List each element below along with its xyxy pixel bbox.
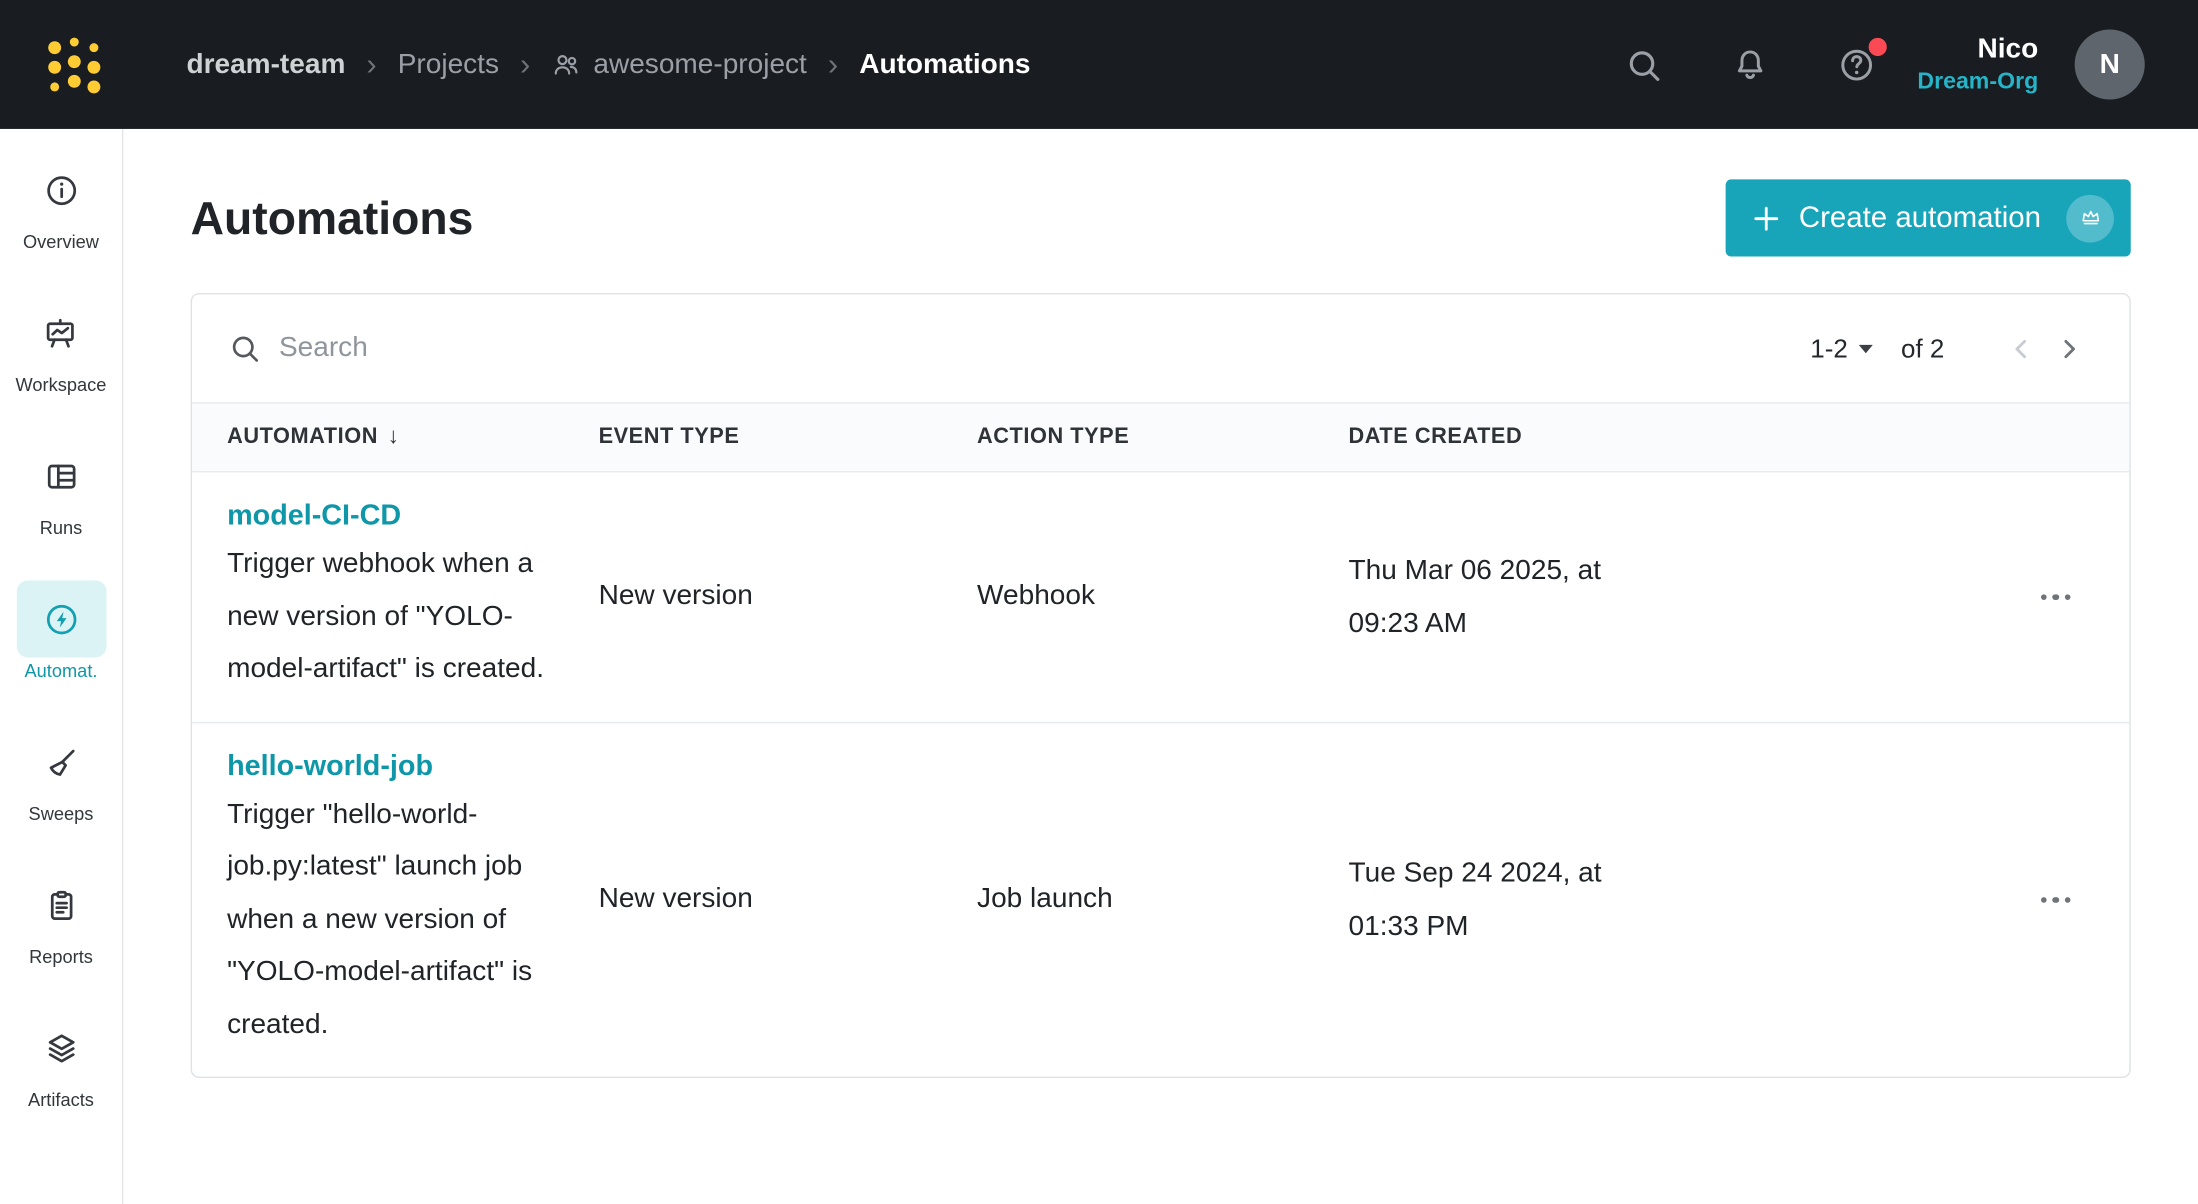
sidebar-item-overview[interactable]: Overview bbox=[16, 151, 106, 252]
create-automation-button[interactable]: Create automation bbox=[1726, 179, 2131, 256]
main-content: Automations Create automation bbox=[125, 129, 2198, 1204]
search-button[interactable] bbox=[1623, 43, 1665, 85]
breadcrumb-separator: › bbox=[366, 50, 376, 78]
page-range-label: 1-2 bbox=[1810, 333, 1847, 364]
team-icon bbox=[551, 49, 582, 80]
page-range-dropdown[interactable]: 1-2 bbox=[1810, 333, 1873, 364]
automation-cell: model-CI-CD Trigger webhook when a new v… bbox=[227, 472, 598, 721]
column-header-label: ACTION TYPE bbox=[977, 425, 1129, 450]
topbar-right-cluster: Nico Dream-Org N bbox=[1559, 29, 2145, 99]
top-navigation-bar: dream-team › Projects › awesome-project … bbox=[0, 0, 2198, 129]
action-type-cell: Webhook bbox=[977, 581, 1348, 613]
search-icon bbox=[1625, 46, 1663, 84]
automation-cell: hello-world-job Trigger "hello-world-job… bbox=[227, 723, 598, 1077]
table-header-row: AUTOMATION ↓ EVENT TYPE ACTION TYPE DATE… bbox=[192, 402, 2129, 472]
sidebar-item-label: Automat. bbox=[25, 660, 98, 681]
chevron-left-icon bbox=[2006, 333, 2037, 364]
column-header-action-type[interactable]: ACTION TYPE bbox=[977, 425, 1348, 450]
project-sidebar: Overview Workspace Runs Au bbox=[0, 129, 123, 1204]
automation-name-link[interactable]: model-CI-CD bbox=[227, 493, 401, 538]
breadcrumb-separator: › bbox=[520, 50, 530, 78]
page-title: Automations bbox=[191, 179, 474, 256]
breadcrumb-current-page: Automations bbox=[859, 48, 1030, 80]
page-total-label: of 2 bbox=[1901, 333, 1944, 364]
table-toolbar: 1-2 of 2 bbox=[192, 294, 2129, 402]
automation-description: Trigger "hello-world-job.py:latest" laun… bbox=[227, 789, 561, 1052]
chevron-down-icon bbox=[1859, 344, 1873, 352]
search-input[interactable] bbox=[279, 332, 1810, 364]
column-header-event-type[interactable]: EVENT TYPE bbox=[599, 425, 977, 450]
user-org: Dream-Org bbox=[1917, 68, 2038, 98]
date-created-cell: Tue Sep 24 2024, at 01:33 PM bbox=[1349, 846, 1655, 953]
sidebar-item-sweeps[interactable]: Sweeps bbox=[16, 723, 106, 824]
breadcrumb-separator: › bbox=[828, 50, 838, 78]
create-automation-label: Create automation bbox=[1799, 201, 2041, 235]
sidebar-item-reports[interactable]: Reports bbox=[16, 866, 106, 967]
breadcrumb-project-label: awesome-project bbox=[593, 48, 806, 80]
breadcrumb: dream-team › Projects › awesome-project … bbox=[186, 48, 1030, 80]
notifications-button[interactable] bbox=[1730, 43, 1772, 85]
pagination: 1-2 of 2 bbox=[1810, 325, 2093, 373]
workspace-icon bbox=[43, 315, 79, 351]
automations-icon bbox=[43, 601, 79, 637]
column-header-label: EVENT TYPE bbox=[599, 425, 740, 450]
plus-icon bbox=[1751, 203, 1782, 234]
sort-descending-icon: ↓ bbox=[388, 425, 400, 450]
column-header-label: AUTOMATION bbox=[227, 425, 378, 450]
sidebar-item-runs[interactable]: Runs bbox=[16, 437, 106, 538]
automation-name-link[interactable]: hello-world-job bbox=[227, 744, 433, 789]
row-menu-button[interactable] bbox=[2035, 582, 2076, 611]
bell-icon bbox=[1732, 46, 1770, 84]
app: dream-team › Projects › awesome-project … bbox=[0, 0, 2198, 1204]
help-button[interactable] bbox=[1836, 43, 1878, 85]
sidebar-item-artifacts[interactable]: Artifacts bbox=[16, 1009, 106, 1110]
crown-icon bbox=[2078, 206, 2102, 230]
column-header-date-created[interactable]: DATE CREATED bbox=[1349, 425, 1685, 450]
sidebar-item-label: Overview bbox=[23, 231, 99, 252]
breadcrumb-project[interactable]: awesome-project bbox=[551, 48, 807, 80]
breadcrumb-projects[interactable]: Projects bbox=[398, 48, 499, 80]
sidebar-item-automations[interactable]: Automat. bbox=[16, 580, 106, 681]
next-page-button[interactable] bbox=[2045, 325, 2093, 373]
runs-table-icon bbox=[43, 458, 79, 494]
column-header-label: DATE CREATED bbox=[1349, 425, 1523, 450]
row-menu-button[interactable] bbox=[2035, 885, 2076, 914]
avatar-initial: N bbox=[2100, 48, 2120, 80]
sweeps-broom-icon bbox=[43, 744, 79, 780]
sidebar-item-label: Reports bbox=[29, 946, 93, 967]
reports-clipboard-icon bbox=[43, 887, 79, 923]
previous-page-button[interactable] bbox=[1998, 325, 2046, 373]
column-header-automation[interactable]: AUTOMATION ↓ bbox=[227, 425, 598, 450]
avatar[interactable]: N bbox=[2075, 29, 2145, 99]
sidebar-item-label: Sweeps bbox=[29, 803, 94, 824]
sidebar-item-workspace[interactable]: Workspace bbox=[16, 294, 107, 395]
info-icon bbox=[43, 172, 79, 208]
breadcrumb-team[interactable]: dream-team bbox=[186, 48, 345, 80]
chevron-right-icon bbox=[2054, 333, 2085, 364]
table-row: hello-world-job Trigger "hello-world-job… bbox=[192, 721, 2129, 1076]
sidebar-item-label: Runs bbox=[40, 517, 83, 538]
search-icon bbox=[228, 332, 260, 364]
automations-panel: 1-2 of 2 bbox=[191, 293, 2131, 1078]
artifacts-layers-icon bbox=[43, 1030, 79, 1066]
page-header: Automations Create automation bbox=[125, 129, 2198, 257]
user-name: Nico bbox=[1917, 31, 2038, 67]
user-menu[interactable]: Nico Dream-Org bbox=[1917, 31, 2038, 97]
date-created-cell: Thu Mar 06 2025, at 09:23 AM bbox=[1349, 544, 1655, 651]
table-row: model-CI-CD Trigger webhook when a new v… bbox=[192, 472, 2129, 721]
sidebar-item-label: Artifacts bbox=[28, 1089, 94, 1110]
event-type-cell: New version bbox=[599, 581, 977, 613]
sidebar-item-label: Workspace bbox=[16, 374, 107, 395]
premium-badge bbox=[2066, 194, 2114, 242]
event-type-cell: New version bbox=[599, 883, 977, 915]
wandb-logo-icon[interactable] bbox=[42, 32, 106, 96]
notification-dot bbox=[1868, 38, 1886, 56]
action-type-cell: Job launch bbox=[977, 883, 1348, 915]
automation-description: Trigger webhook when a new version of "Y… bbox=[227, 538, 561, 696]
